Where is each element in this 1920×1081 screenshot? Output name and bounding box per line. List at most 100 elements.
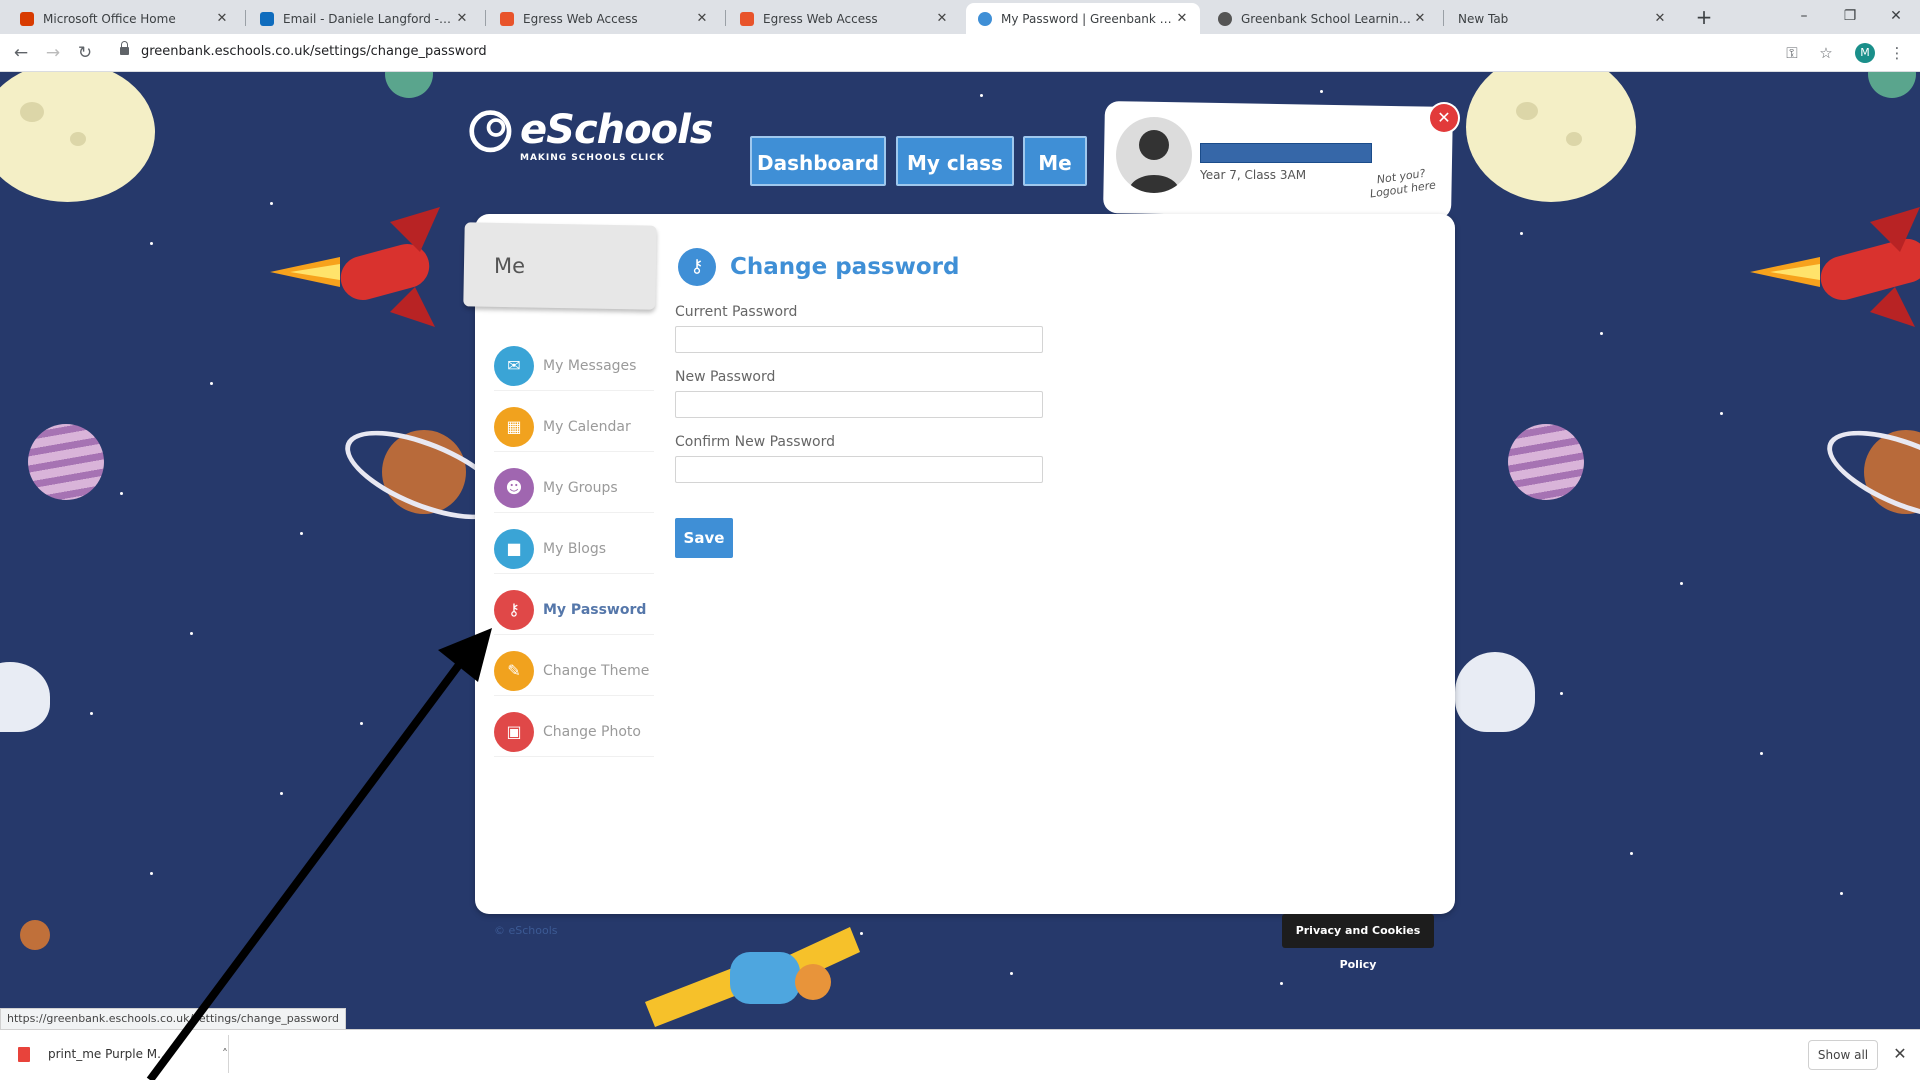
sidebar-title: Me xyxy=(494,254,526,278)
close-icon[interactable]: ✕ xyxy=(1890,1042,1910,1066)
key-icon: ⚷ xyxy=(494,590,534,630)
tab-label: Egress Web Access xyxy=(523,11,638,26)
back-arrow-icon[interactable]: ← xyxy=(8,40,34,66)
sidebar-item-label: My Blogs xyxy=(543,541,607,557)
browser-tab[interactable]: Microsoft Office Home ✕ xyxy=(8,3,240,34)
browser-tab[interactable]: Egress Web Access ✕ xyxy=(488,3,720,34)
close-icon[interactable]: ✕ xyxy=(454,11,470,26)
sidebar-item-change-theme[interactable]: ✎ Change Theme xyxy=(494,647,654,696)
download-bar xyxy=(0,1029,1920,1081)
satellite-illustration xyxy=(645,927,860,1027)
tab-label: Egress Web Access xyxy=(763,11,878,26)
close-icon[interactable]: ✕ xyxy=(1652,11,1668,26)
tab-label: Microsoft Office Home xyxy=(43,11,176,26)
sidebar-item-label: My Groups xyxy=(543,480,618,496)
sidebar-item-my-messages[interactable]: ✉ My Messages xyxy=(494,342,654,391)
tab-divider xyxy=(245,10,246,26)
key-icon[interactable]: ⚿ xyxy=(1781,42,1803,64)
browser-tab-active[interactable]: My Password | Greenbank School ✕ xyxy=(966,3,1200,34)
browser-tab[interactable]: New Tab ✕ xyxy=(1446,3,1678,34)
egress-icon xyxy=(740,11,754,26)
blog-icon: ■ xyxy=(494,529,534,569)
tab-divider xyxy=(725,10,726,26)
current-password-field[interactable] xyxy=(675,326,1043,353)
confirm-password-label: Confirm New Password xyxy=(675,434,836,450)
planet-illustration xyxy=(1868,72,1916,98)
sidebar-item-my-calendar[interactable]: ▦ My Calendar xyxy=(494,403,654,452)
bookmark-star-icon[interactable]: ☆ xyxy=(1815,42,1837,64)
spaceship-illustration xyxy=(0,662,50,732)
window-close-icon[interactable]: ✕ xyxy=(1876,3,1916,29)
lock-icon[interactable] xyxy=(120,41,129,55)
confirm-password-field[interactable] xyxy=(675,456,1043,483)
reload-icon[interactable]: ↻ xyxy=(72,40,98,66)
tab-divider xyxy=(485,10,486,26)
minimize-icon[interactable]: – xyxy=(1784,3,1824,29)
eschools-logo[interactable] xyxy=(468,106,524,164)
cookie-icon[interactable] xyxy=(20,920,50,950)
sidebar-item-label: My Messages xyxy=(543,358,637,374)
logo-text: eSchools xyxy=(520,107,714,153)
new-tab-button[interactable]: + xyxy=(1692,5,1716,29)
page-title: Change password xyxy=(730,254,960,280)
moon-illustration xyxy=(0,72,155,202)
sidebar-item-change-photo[interactable]: ▣ Change Photo xyxy=(494,708,654,757)
browser-tab[interactable]: Egress Web Access ✕ xyxy=(728,3,960,34)
close-icon[interactable]: ✕ xyxy=(934,11,950,26)
privacy-policy-button[interactable]: Privacy and Cookies Policy xyxy=(1282,914,1434,971)
url-field[interactable]: greenbank.eschools.co.uk/settings/change… xyxy=(141,44,487,59)
address-bar: ← → ↻ greenbank.eschools.co.uk/settings/… xyxy=(0,34,1920,72)
sidebar-item-my-password[interactable]: ⚷ My Password xyxy=(494,586,654,635)
close-icon[interactable]: ✕ xyxy=(214,11,230,26)
person-silhouette-icon xyxy=(1128,130,1180,193)
groups-icon: ☻ xyxy=(494,468,534,508)
copyright-text: © eSchools xyxy=(494,924,558,937)
planet-illustration xyxy=(385,72,433,98)
logout-close-icon[interactable]: ✕ xyxy=(1430,104,1458,132)
logo-tagline: MAKING SCHOOLS CLICK xyxy=(520,153,665,163)
close-icon[interactable]: ✕ xyxy=(694,11,710,26)
save-button[interactable]: Save xyxy=(675,518,733,558)
spaceship-illustration xyxy=(1455,652,1535,732)
show-all-button[interactable]: Show all xyxy=(1808,1040,1878,1070)
nav-me[interactable]: Me xyxy=(1023,136,1087,186)
current-password-label: Current Password xyxy=(675,304,798,320)
status-bar-url: https://greenbank.eschools.co.uk/setting… xyxy=(0,1008,346,1030)
user-name-redacted xyxy=(1200,143,1372,163)
browser-tab[interactable]: Greenbank School Learning Re ✕ xyxy=(1206,3,1438,34)
sidebar-item-label: My Password xyxy=(543,602,647,618)
calendar-icon: ▦ xyxy=(494,407,534,447)
nav-my-class[interactable]: My class xyxy=(896,136,1014,186)
close-icon[interactable]: ✕ xyxy=(1174,11,1190,26)
forward-arrow-icon[interactable]: → xyxy=(40,40,66,66)
user-class: Year 7, Class 3AM xyxy=(1200,168,1307,182)
pencil-icon: ✎ xyxy=(494,651,534,691)
key-icon: ⚷ xyxy=(678,248,716,286)
sidebar-item-my-blogs[interactable]: ■ My Blogs xyxy=(494,525,654,574)
sidebar-title-card xyxy=(463,222,657,310)
tab-label: Email - Daniele Langford - Outl xyxy=(283,11,454,26)
tab-label: New Tab xyxy=(1458,11,1509,26)
office-icon xyxy=(20,11,34,26)
profile-avatar[interactable]: M xyxy=(1855,43,1875,63)
tab-label: Greenbank School Learning Re xyxy=(1241,11,1412,26)
sidebar-item-label: Change Theme xyxy=(543,663,650,679)
tab-divider xyxy=(1443,10,1444,26)
restore-icon[interactable]: ❐ xyxy=(1830,3,1870,29)
new-password-label: New Password xyxy=(675,369,776,385)
sidebar-item-my-groups[interactable]: ☻ My Groups xyxy=(494,464,654,513)
photo-icon: ▣ xyxy=(494,712,534,752)
new-password-field[interactable] xyxy=(675,391,1043,418)
more-menu-icon[interactable]: ⋮ xyxy=(1886,42,1908,64)
school-icon xyxy=(1218,11,1232,26)
avatar xyxy=(1116,117,1192,193)
moon-illustration xyxy=(1466,72,1636,202)
browser-tab[interactable]: Email - Daniele Langford - Outl ✕ xyxy=(248,3,480,34)
download-item[interactable]: print_me Purple M... ˄ xyxy=(18,1042,228,1066)
nav-dashboard[interactable]: Dashboard xyxy=(750,136,886,186)
pdf-icon xyxy=(18,1046,30,1062)
planet-illustration xyxy=(28,424,104,500)
close-icon[interactable]: ✕ xyxy=(1412,11,1428,26)
rocket-illustration xyxy=(1750,207,1920,327)
divider xyxy=(228,1035,229,1073)
